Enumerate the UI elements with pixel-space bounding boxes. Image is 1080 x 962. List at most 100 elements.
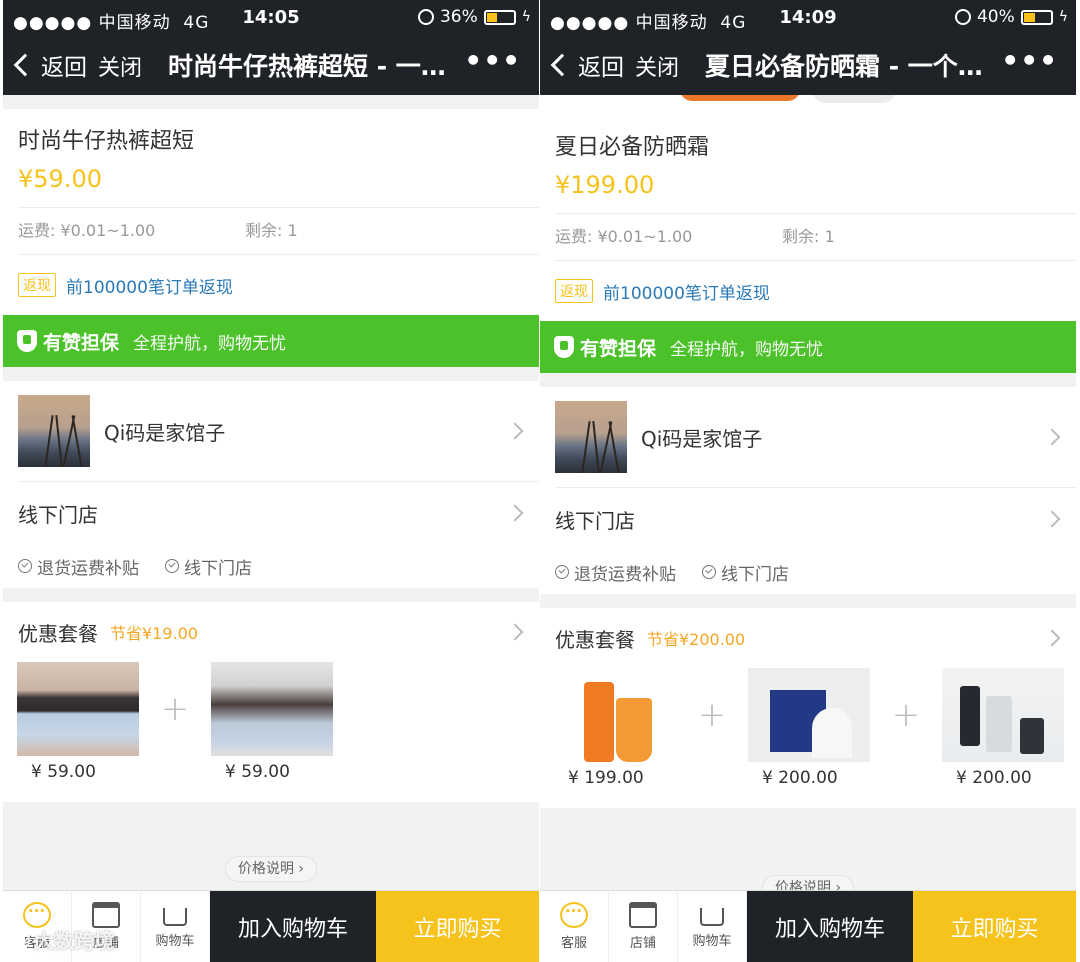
shop-avatar <box>555 401 627 473</box>
price-note-link[interactable]: 价格说明 › <box>3 856 539 882</box>
combo-items: ¥ 59.00 + ¥ 59.00 <box>3 662 539 802</box>
combo-product[interactable]: ¥ 59.00 <box>211 662 333 782</box>
guarantee-subtitle: 全程护航，购物无忧 <box>670 339 824 360</box>
combo-header[interactable]: 优惠套餐 节省¥200.00 <box>540 608 1076 668</box>
combo-product[interactable]: ¥ 200.00 <box>942 668 1064 788</box>
close-button[interactable]: 关闭 <box>635 50 679 82</box>
service-button[interactable]: 客服 <box>540 891 609 962</box>
combo-header[interactable]: 优惠套餐 节省¥19.00 <box>3 602 539 662</box>
offline-store-row[interactable]: 线下门店 <box>540 488 1076 550</box>
service-tag: 退货运费补贴 <box>37 558 139 579</box>
stock-remaining: 剩余: 1 <box>245 221 298 240</box>
guarantee-subtitle: 全程护航，购物无忧 <box>133 333 287 354</box>
combo-price: ¥ 199.00 <box>568 768 644 788</box>
more-menu-icon[interactable]: ••• <box>464 44 521 77</box>
cart-icon <box>700 908 724 926</box>
battery-percent: 40% <box>976 7 1015 27</box>
cashback-row[interactable]: 返现 前100000笔订单返现 <box>540 261 1076 321</box>
product-content: 时尚牛仔热裤超短 ¥59.00 运费: ¥0.01~1.00 剩余: 1 返现 … <box>3 95 539 802</box>
nav-bar: 返回 关闭 夏日必备防晒霜 - 一个… ••• <box>540 34 1076 95</box>
cashback-badge: 返现 <box>18 273 56 297</box>
rotation-lock-icon <box>954 9 971 25</box>
combo-product[interactable]: ¥ 200.00 <box>748 668 870 788</box>
service-tag: 线下门店 <box>184 558 252 579</box>
store-button[interactable]: 店铺 <box>609 891 678 962</box>
shop-card: Qi码是家馆子 线下门店 退货运费补贴 线下门店 <box>540 387 1076 594</box>
combo-title: 优惠套餐 <box>555 627 635 652</box>
shop-name: Qi码是家馆子 <box>641 426 763 451</box>
buy-now-button[interactable]: 立即购买 <box>376 891 539 962</box>
page-title: 时尚牛仔热裤超短 - 一… <box>168 52 446 81</box>
product-name: 时尚牛仔热裤超短 <box>18 129 195 154</box>
back-arrow-icon <box>13 53 37 77</box>
status-bar: ●●●●● 中国移动 4G 14:05 36% ϟ <box>3 0 539 34</box>
check-circle-icon <box>165 559 179 573</box>
charging-bolt-icon: ϟ <box>521 9 531 25</box>
guarantee-banner[interactable]: 有赞担保 全程护航，购物无忧 <box>540 321 1076 373</box>
cart-button[interactable]: 购物车 <box>141 891 210 962</box>
back-button[interactable]: 返回 <box>550 48 624 82</box>
combo-savings: 节省¥200.00 <box>647 630 746 649</box>
combo-product[interactable]: ¥ 199.00 <box>554 668 676 788</box>
combo-price: ¥ 200.00 <box>762 768 838 788</box>
product-name: 夏日必备防晒霜 <box>555 135 710 160</box>
chevron-right-icon <box>1043 428 1061 446</box>
product-price: ¥199.00 <box>555 171 655 199</box>
chevron-right-icon <box>506 623 524 641</box>
product-info-card: 时尚牛仔热裤超短 ¥59.00 运费: ¥0.01~1.00 剩余: 1 返现 … <box>3 109 539 315</box>
phone-screen-right: ●●●●● 中国移动 4G 14:09 40% ϟ 返回 关闭 夏日必备防晒霜 … <box>540 0 1076 962</box>
battery-percent: 36% <box>439 7 478 27</box>
plus-icon: + <box>891 695 921 735</box>
shipping-fee: 运费: ¥0.01~1.00 <box>18 221 156 240</box>
shop-name: Qi码是家馆子 <box>104 420 226 445</box>
cart-icon <box>163 908 187 926</box>
store-label: 店铺 <box>629 936 656 951</box>
cart-button[interactable]: 购物车 <box>678 891 747 962</box>
cashback-badge: 返现 <box>555 279 593 303</box>
close-button[interactable]: 关闭 <box>98 50 142 82</box>
offline-store-label: 线下门店 <box>555 508 635 533</box>
combo-product[interactable]: ¥ 59.00 <box>17 662 139 782</box>
battery-fill <box>486 12 497 22</box>
combo-savings: 节省¥19.00 <box>110 624 198 643</box>
shop-row[interactable]: Qi码是家馆子 <box>3 381 539 481</box>
product-thumbnail <box>942 668 1064 762</box>
service-tag: 线下门店 <box>721 564 789 585</box>
add-to-cart-button[interactable]: 加入购物车 <box>747 891 913 962</box>
back-label: 返回 <box>41 55 87 81</box>
combo-price: ¥ 200.00 <box>956 768 1032 788</box>
status-bar: ●●●●● 中国移动 4G 14:09 40% ϟ <box>540 0 1076 34</box>
page-title: 夏日必备防晒霜 - 一个… <box>705 52 983 81</box>
buy-now-button[interactable]: 立即购买 <box>913 891 1076 962</box>
cashback-text: 前100000笔订单返现 <box>603 283 770 304</box>
guarantee-title: 有赞担保 <box>580 337 657 360</box>
shipping-fee: 运费: ¥0.01~1.00 <box>555 227 693 246</box>
back-label: 返回 <box>578 55 624 81</box>
battery-icon <box>1020 9 1053 25</box>
combo-items: ¥ 199.00 + ¥ 200.00 + ¥ 200.00 <box>540 668 1076 808</box>
shop-card: Qi码是家馆子 线下门店 退货运费补贴 线下门店 <box>3 381 539 588</box>
more-menu-icon[interactable]: ••• <box>1001 44 1058 77</box>
combo-price: ¥ 59.00 <box>31 762 96 782</box>
shop-avatar <box>18 395 90 467</box>
cashback-row[interactable]: 返现 前100000笔订单返现 <box>3 255 539 315</box>
shipping-row: 运费: ¥0.01~1.00 剩余: 1 <box>540 214 1076 260</box>
shield-icon <box>17 330 37 352</box>
back-button[interactable]: 返回 <box>13 48 87 82</box>
product-image-bottom <box>540 95 1076 115</box>
guarantee-banner[interactable]: 有赞担保 全程护航，购物无忧 <box>3 315 539 367</box>
check-circle-icon <box>702 565 716 579</box>
phone-screen-left: ●●●●● 中国移动 4G 14:05 36% ϟ 返回 关闭 时尚牛仔热裤超短… <box>3 0 539 962</box>
offline-store-row[interactable]: 线下门店 <box>3 482 539 544</box>
cart-label: 购物车 <box>692 934 732 949</box>
chat-icon <box>560 902 588 928</box>
product-content: 夏日必备防晒霜 ¥199.00 运费: ¥0.01~1.00 剩余: 1 返现 … <box>540 95 1076 808</box>
stock-remaining: 剩余: 1 <box>782 227 835 246</box>
check-circle-icon <box>555 565 569 579</box>
add-to-cart-button[interactable]: 加入购物车 <box>210 891 376 962</box>
shop-row[interactable]: Qi码是家馆子 <box>540 387 1076 487</box>
combo-title: 优惠套餐 <box>18 621 98 646</box>
watermark: 大数跨境 <box>8 925 114 954</box>
back-arrow-icon <box>550 53 574 77</box>
guarantee-title: 有赞担保 <box>43 331 120 354</box>
